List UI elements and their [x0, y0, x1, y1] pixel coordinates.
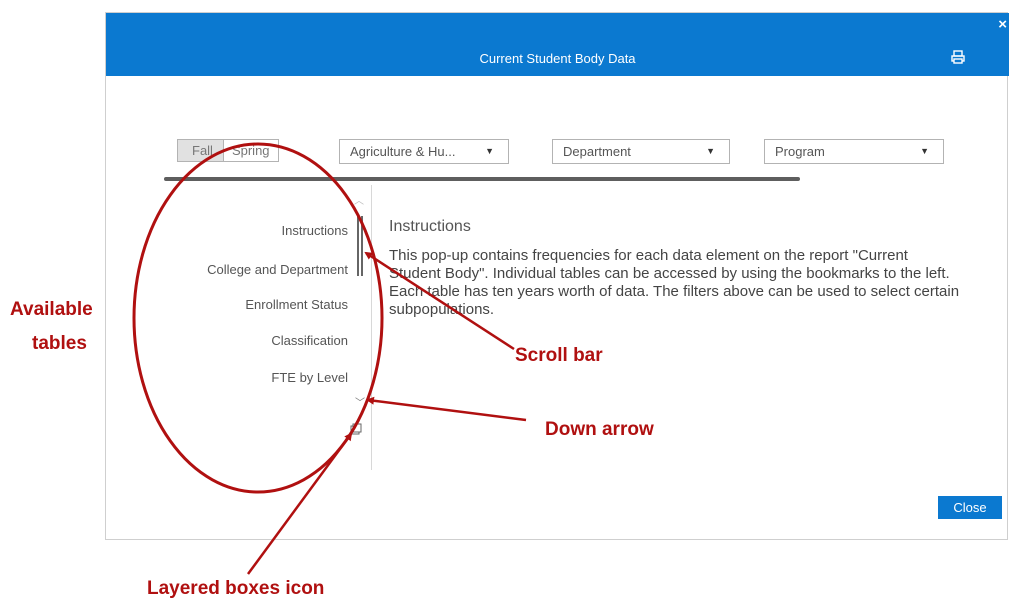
annotation-label: Layered boxes icon	[147, 578, 325, 599]
department-dropdown[interactable]: Department ▼	[552, 139, 730, 164]
college-dropdown[interactable]: Agriculture & Hu... ▼	[339, 139, 509, 164]
sidebar-scrollbar[interactable]	[357, 216, 363, 276]
program-dropdown[interactable]: Program ▼	[764, 139, 944, 164]
department-dropdown-value: Department	[563, 144, 631, 159]
chevron-down-icon[interactable]: ﹀	[355, 394, 365, 409]
term-spring-button[interactable]: Spring	[224, 140, 278, 161]
bookmark-list: Instructions College and Department Enro…	[106, 188, 372, 468]
layered-boxes-icon[interactable]	[350, 423, 362, 435]
page: Current Student Body Data × Fall Spring …	[0, 0, 1011, 609]
print-icon[interactable]	[951, 50, 965, 64]
chevron-down-icon: ▼	[706, 146, 715, 156]
bookmark-item[interactable]: Classification	[271, 333, 348, 348]
chevron-down-icon: ▼	[920, 146, 929, 156]
chevron-up-icon[interactable]: ︿	[354, 192, 364, 207]
dialog-header: Current Student Body Data ×	[106, 13, 1009, 76]
annotation-label: Scroll bar	[515, 345, 603, 366]
bookmark-item[interactable]: Enrollment Status	[245, 297, 348, 312]
bookmark-item[interactable]: FTE by Level	[271, 370, 348, 385]
program-dropdown-value: Program	[775, 144, 825, 159]
bookmark-item[interactable]: Instructions	[282, 223, 348, 238]
dialog: Current Student Body Data × Fall Spring …	[105, 12, 1009, 540]
close-button[interactable]: Close	[938, 496, 1002, 519]
dialog-title: Current Student Body Data	[479, 51, 636, 66]
college-dropdown-value: Agriculture & Hu...	[350, 144, 456, 159]
content-title: Instructions	[389, 218, 471, 235]
term-toggle: Fall Spring	[177, 139, 279, 162]
filter-scrollbar[interactable]	[164, 177, 800, 181]
annotation-label: tables	[32, 333, 87, 354]
annotation-label: Down arrow	[545, 419, 654, 440]
bookmark-item[interactable]: College and Department	[207, 262, 348, 277]
divider	[371, 185, 372, 470]
term-fall-button[interactable]: Fall	[178, 140, 224, 161]
close-icon[interactable]: ×	[998, 17, 1007, 32]
annotation-label: Available	[10, 299, 93, 320]
content-body: This pop-up contains frequencies for eac…	[389, 247, 960, 318]
chevron-down-icon: ▼	[485, 146, 494, 156]
